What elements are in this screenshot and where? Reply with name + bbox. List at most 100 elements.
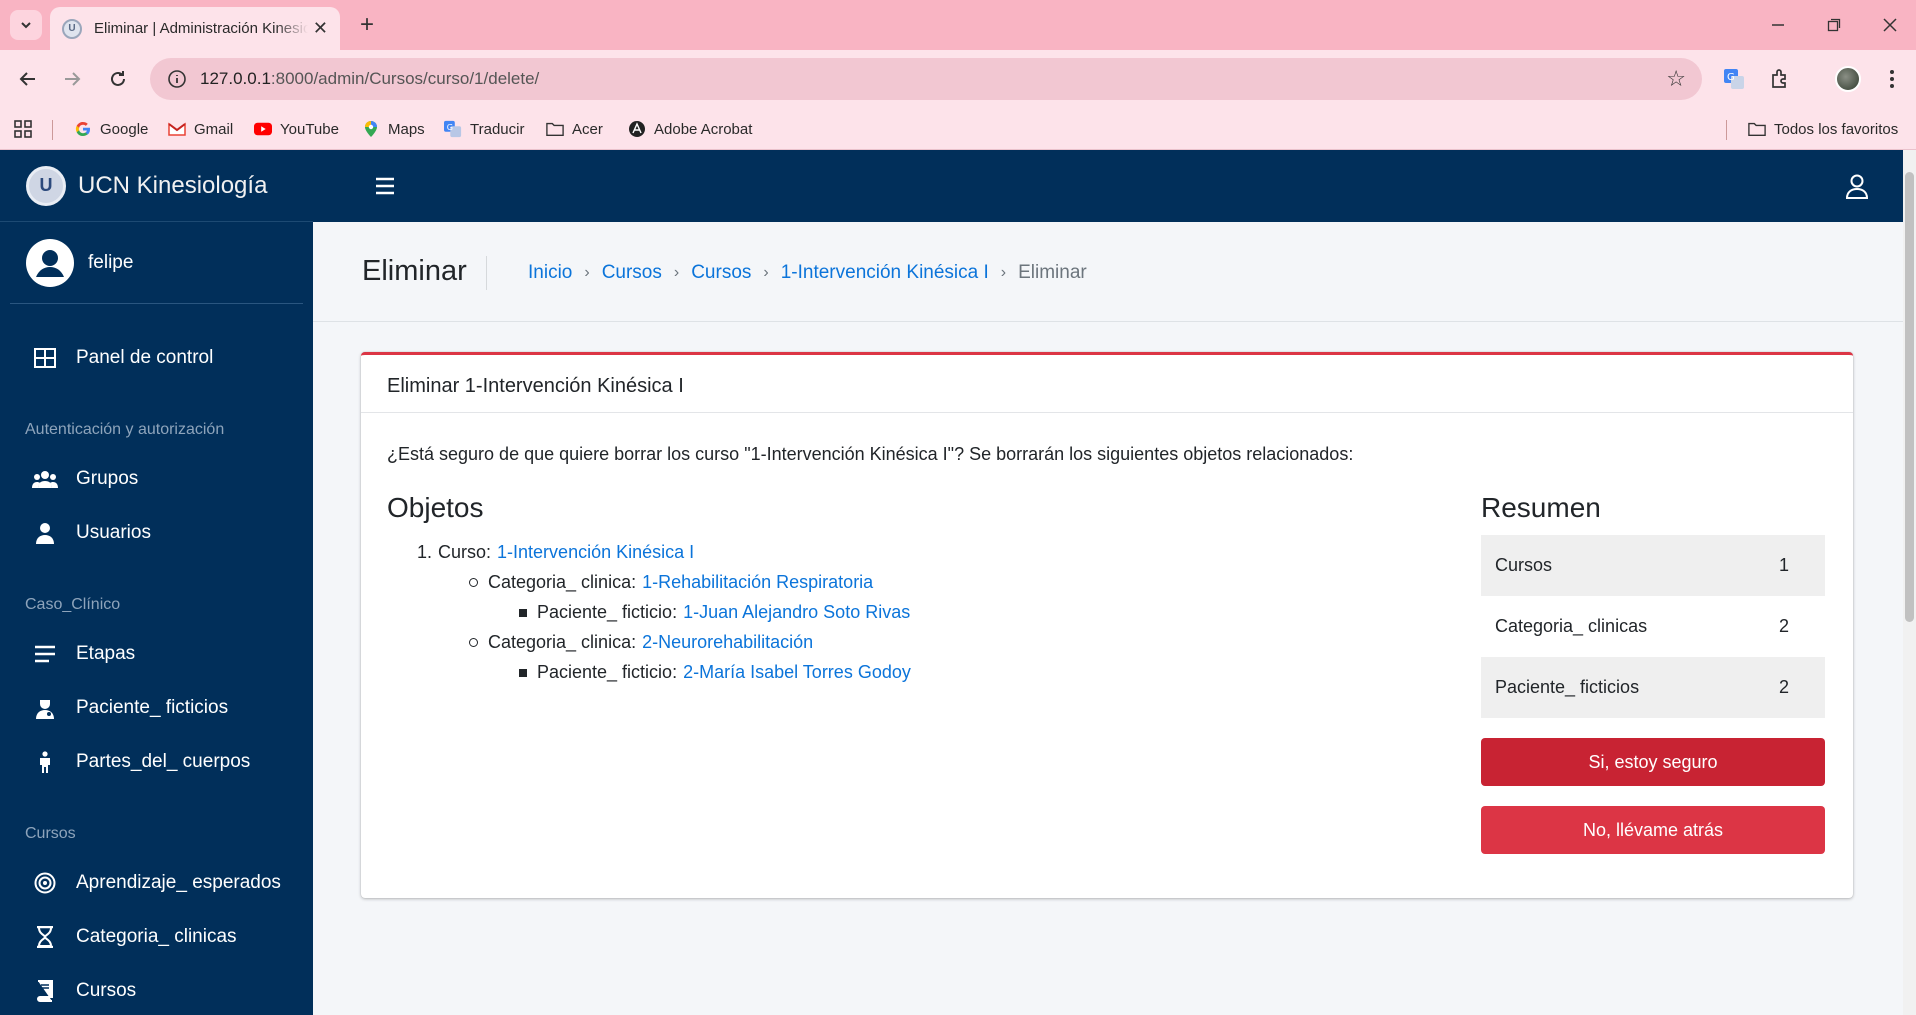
table-row: Paciente_ ficticios 2 [1481,657,1825,718]
restore-icon[interactable] [1814,10,1854,40]
person-standing-icon [32,749,58,775]
sidebar-item-categorias[interactable]: Categoria_ clinicas [10,915,303,959]
title-divider [486,256,487,290]
sidebar-item-aprendizajes[interactable]: Aprendizaje_ esperados [10,861,303,905]
brand-text: UCN Kinesiología [78,171,268,199]
address-bar[interactable]: 127.0.0.1:8000/admin/Cursos/curso/1/dele… [150,58,1702,100]
tab-search-button[interactable] [10,10,42,40]
breadcrumb: Inicio › Cursos › Cursos › 1-Intervenció… [528,262,1087,284]
course-link[interactable]: 1-Intervención Kinésica I [497,542,694,563]
content-header: Eliminar Inicio › Cursos › Cursos › 1-In… [313,222,1903,322]
bookmark-maps[interactable]: Maps [362,116,425,142]
patient-link[interactable]: 2-María Isabel Torres Godoy [683,662,911,683]
sidebar-item-grupos[interactable]: Grupos [10,457,303,501]
card-title: Eliminar 1-Intervención Kinésica I [361,355,1853,413]
object-item-patient: Paciente_ ficticio: 2-María Isabel Torre… [519,662,911,683]
sidebar-item-partes-cuerpo[interactable]: Partes_del_ cuerpos [10,740,303,784]
bookmark-gmail[interactable]: Gmail [168,116,233,142]
back-arrow-icon[interactable] [12,63,44,95]
bookmark-acer[interactable]: Acer [546,116,603,142]
dashboard-grid-icon [32,345,58,371]
user-circle-icon [26,238,74,287]
hourglass-icon [32,924,58,950]
bookmark-star-icon[interactable]: ☆ [1666,66,1686,92]
admin-top-navbar [313,150,1903,222]
chevron-down-icon [21,22,31,29]
tab-title: Eliminar | Administración Kinesiología [94,20,308,37]
minimize-icon[interactable] [1758,10,1798,40]
book-icon [32,978,58,1004]
summary-heading: Resumen [1481,492,1601,523]
bookmark-google[interactable]: Google [74,116,148,142]
category-link[interactable]: 2-Neurorehabilitación [642,632,813,653]
breadcrumb-current: Eliminar [1018,262,1087,283]
tab-close-icon[interactable]: ✕ [313,18,328,39]
all-bookmarks[interactable]: Todos los favoritos [1748,116,1898,142]
maps-icon [362,120,380,138]
youtube-icon [254,120,272,138]
patient-link[interactable]: 1-Juan Alejandro Soto Rivas [683,602,910,623]
browser-menu-icon[interactable] [1876,63,1908,95]
admin-sidebar: U UCN Kinesiología felipe Panel de contr… [0,150,313,1015]
confirm-delete-button[interactable]: Si, estoy seguro [1481,738,1825,786]
window-close-icon[interactable] [1870,10,1910,40]
apps-grid-icon[interactable] [14,116,32,142]
extensions-icon[interactable] [1764,63,1796,95]
site-favicon-icon: U [62,18,82,39]
patient-icon [32,695,58,721]
breadcrumb-inicio[interactable]: Inicio [528,262,572,284]
user-name: felipe [88,251,134,273]
folder-icon [1748,120,1766,138]
browser-tabstrip: U Eliminar | Administración Kinesiología… [0,0,1916,50]
bookmarks-divider [52,120,53,140]
bookmark-youtube[interactable]: YouTube [254,116,339,142]
user-menu-icon[interactable] [1843,172,1871,200]
brand-link[interactable]: U UCN Kinesiología [0,150,313,222]
sidebar-item-dashboard[interactable]: Panel de control [10,336,303,380]
sidebar-item-usuarios[interactable]: Usuarios [10,511,303,555]
object-item-course: 1. Curso: 1-Intervención Kinésica I [417,542,695,563]
sidebar-item-etapas[interactable]: Etapas [10,632,303,676]
category-link[interactable]: 1-Rehabilitación Respiratoria [642,572,873,593]
bookmarks-bar: Google Gmail YouTube Maps G Traducir Ace… [0,108,1916,150]
sidebar-header-auth: Autenticación y autorización [25,421,225,438]
scrollbar-thumb[interactable] [1905,172,1914,622]
browser-tab-active[interactable]: U Eliminar | Administración Kinesiología… [50,7,340,50]
user-panel[interactable]: felipe [10,222,303,304]
objects-heading: Objetos [387,492,484,523]
confirm-message: ¿Está seguro de que quiere borrar los cu… [387,444,1354,464]
sidebar-item-cursos[interactable]: Cursos [10,969,303,1013]
sidebar-header-caso-clinico: Caso_Clínico [25,596,121,613]
profile-avatar-icon[interactable] [1832,63,1864,95]
breadcrumb-cursos-model[interactable]: Cursos [691,262,751,284]
new-tab-button[interactable]: + [352,10,382,40]
breadcrumb-object[interactable]: 1-Intervención Kinésica I [781,262,989,284]
page-scrollbar[interactable] [1903,150,1916,1015]
delete-confirmation-card: Eliminar 1-Intervención Kinésica I ¿Está… [361,352,1853,898]
sidebar-item-pacientes[interactable]: Paciente_ ficticios [10,686,303,730]
bookmark-adobe-acrobat[interactable]: Adobe Acrobat [628,116,752,142]
google-translate-icon[interactable]: G [1718,63,1750,95]
table-row: Categoria_ clinicas 2 [1495,616,1789,636]
folder-icon [546,120,564,138]
reload-icon[interactable] [102,63,134,95]
object-item-patient: Paciente_ ficticio: 1-Juan Alejandro Sot… [519,602,910,623]
forward-arrow-icon[interactable] [56,63,88,95]
sidebar-header-cursos: Cursos [25,825,76,842]
target-icon [32,870,58,896]
browser-toolbar: 127.0.0.1:8000/admin/Cursos/curso/1/dele… [0,50,1916,108]
bookmarks-divider [1726,120,1727,140]
object-item-category: Categoria_ clinica: 2-Neurorehabilitació… [469,632,813,653]
table-row: Cursos 1 [1481,535,1825,596]
list-bars-icon [32,641,58,667]
site-info-icon[interactable] [164,66,190,92]
svg-text:G: G [447,122,453,132]
hamburger-menu-icon[interactable] [373,174,397,198]
translate-icon: G [444,120,462,138]
svg-text:G: G [1727,72,1735,83]
breadcrumb-cursos-app[interactable]: Cursos [602,262,662,284]
bookmark-translate[interactable]: G Traducir [444,116,524,142]
object-item-category: Categoria_ clinica: 1-Rehabilitación Res… [469,572,873,593]
page-title: Eliminar [362,255,467,287]
go-back-button[interactable]: No, llévame atrás [1481,806,1825,854]
